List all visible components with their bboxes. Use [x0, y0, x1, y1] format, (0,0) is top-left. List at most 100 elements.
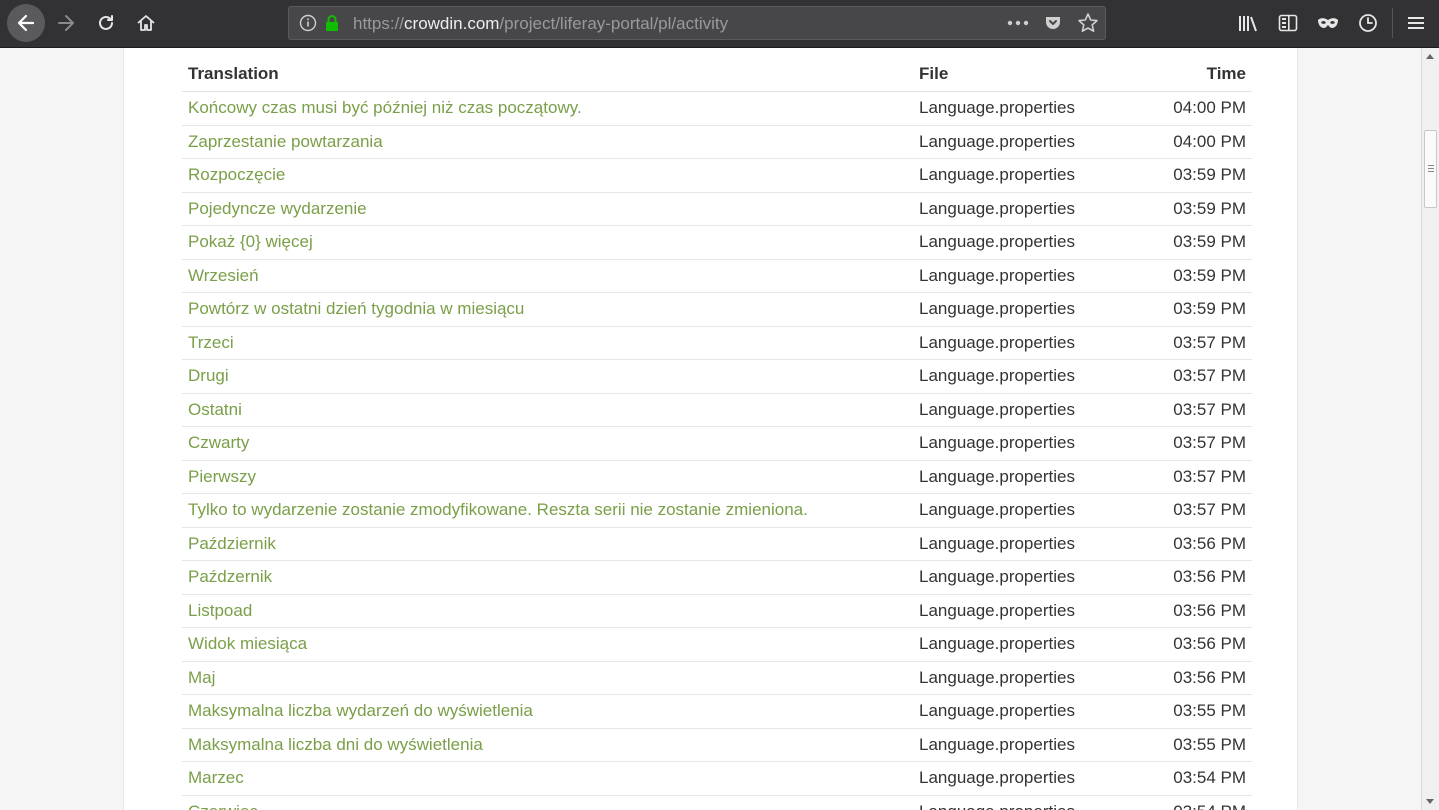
scroll-up-arrow-icon[interactable] — [1426, 54, 1434, 59]
file-name: Language.properties — [919, 701, 1075, 720]
translation-link[interactable]: Maksymalna liczba wydarzeń do wyświetlen… — [188, 701, 533, 721]
translation-link[interactable]: Wrzesień — [188, 266, 259, 286]
translation-link[interactable]: Powtórz w ostatni dzień tygodnia w miesi… — [188, 299, 524, 319]
url-text[interactable]: https://crowdin.com/project/liferay-port… — [353, 14, 728, 34]
back-button[interactable] — [7, 4, 45, 42]
file-name: Language.properties — [919, 667, 1075, 687]
time-value: 03:55 PM — [1173, 701, 1246, 720]
table-row: Czerwiec Language.properties 03:54 PM — [182, 796, 1252, 810]
table-row: Pokaż {0} więcej Language.properties 03:59… — [182, 226, 1252, 260]
forward-button[interactable] — [49, 6, 83, 40]
grip-line — [1428, 165, 1434, 166]
table-row: Maj Language.properties 03:56 PM — [182, 662, 1252, 695]
toolbar-separator — [1392, 8, 1393, 38]
translation-link[interactable]: Maj — [188, 668, 215, 688]
time-value: 03:55 PM — [1173, 734, 1246, 754]
star-icon[interactable] — [1077, 12, 1099, 34]
sidebar-button[interactable] — [1271, 6, 1305, 40]
translation-link[interactable]: Marzec — [188, 768, 244, 788]
translation-link[interactable]: Pokaż {0} więcej — [188, 232, 313, 252]
lock-icon[interactable] — [323, 14, 341, 32]
translation-link[interactable]: Zaprzestanie powtarzania — [188, 132, 383, 152]
table-row: Październik Language.properties 03:56 PM — [182, 528, 1252, 561]
translation-link[interactable]: Czwarty — [188, 433, 249, 453]
file-name: Language.properties — [919, 802, 1075, 810]
time-value: 03:56 PM — [1173, 567, 1246, 586]
translation-link[interactable]: Rozpoczęcie — [188, 165, 285, 185]
translation-link[interactable]: Końcowy czas musi być później niż czas p… — [188, 98, 582, 118]
table-header: Translation File Time — [182, 48, 1252, 92]
time-value: 04:00 PM — [1173, 98, 1246, 117]
translation-link[interactable]: Październik — [188, 534, 276, 554]
reload-icon — [99, 15, 113, 30]
translation-link[interactable]: Pierwszy — [188, 467, 256, 487]
table-row: Wrzesień Language.properties 03:59 PM — [182, 260, 1252, 293]
time-value: 03:56 PM — [1173, 600, 1246, 620]
table-row: Marzec Language.properties 03:54 PM — [182, 762, 1252, 796]
time-value: 03:57 PM — [1173, 466, 1246, 486]
url-path: /project/liferay-portal/pl/activity — [499, 14, 729, 33]
url-scheme: https:// — [353, 14, 405, 33]
table-row: Pierwszy Language.properties 03:57 PM — [182, 461, 1252, 494]
time-value: 03:56 PM — [1173, 667, 1246, 687]
time-value: 03:57 PM — [1173, 500, 1246, 519]
time-value: 03:59 PM — [1173, 299, 1246, 318]
time-value: 03:59 PM — [1173, 265, 1246, 285]
library-icon — [1239, 16, 1257, 32]
file-name: Language.properties — [919, 332, 1075, 352]
translation-link[interactable]: Tylko to wydarzenie zostanie zmodyfikowa… — [188, 500, 808, 520]
translation-link[interactable]: Paźdzernik — [188, 567, 272, 587]
translation-link[interactable]: Trzeci — [188, 333, 234, 353]
translation-link[interactable]: Listpoad — [188, 601, 252, 621]
file-name: Language.properties — [919, 131, 1075, 151]
forward-arrow-icon — [58, 15, 74, 31]
translation-link[interactable]: Widok miesiąca — [188, 634, 307, 654]
library-button[interactable] — [1231, 6, 1265, 40]
activity-table: Translation File Time Końcowy czas musi … — [182, 48, 1252, 810]
home-button[interactable] — [129, 6, 163, 40]
translation-link[interactable]: Maksymalna liczba dni do wyświetlenia — [188, 735, 483, 755]
grip-line — [1428, 168, 1434, 169]
file-name: Language.properties — [919, 399, 1075, 419]
translation-link[interactable]: Ostatni — [188, 400, 242, 420]
grip-line — [1428, 171, 1434, 172]
table-row: Zaprzestanie powtarzania Language.propert… — [182, 126, 1252, 159]
column-header-time[interactable]: Time — [1207, 64, 1246, 84]
vertical-scrollbar[interactable] — [1421, 48, 1439, 810]
table-body: Końcowy czas musi być później niż czas p… — [182, 92, 1252, 810]
translation-link[interactable]: Drugi — [188, 366, 229, 386]
scrollbar-thumb[interactable] — [1424, 130, 1437, 208]
file-name: Language.properties — [919, 165, 1075, 184]
column-header-translation[interactable]: Translation — [188, 64, 279, 84]
home-icon — [137, 15, 155, 31]
url-bar[interactable]: https://crowdin.com/project/liferay-port… — [288, 6, 1106, 40]
table-row: Ostatni Language.properties 03:57 PM — [182, 394, 1252, 427]
time-value: 03:56 PM — [1173, 533, 1246, 553]
menu-button[interactable] — [1399, 6, 1433, 40]
file-name: Language.properties — [919, 500, 1075, 519]
column-header-file[interactable]: File — [919, 64, 948, 84]
private-browsing-button[interactable] — [1311, 6, 1345, 40]
time-value: 04:00 PM — [1173, 131, 1246, 151]
table-row: Widok miesiąca Language.properties 03:56 P… — [182, 628, 1252, 662]
url-host: crowdin.com — [404, 14, 500, 33]
translation-link[interactable]: Czerwiec — [188, 802, 258, 810]
file-name: Language.properties — [919, 567, 1075, 586]
scroll-down-arrow-icon[interactable] — [1426, 799, 1434, 804]
mask-icon — [1318, 18, 1338, 28]
file-name: Language.properties — [919, 466, 1075, 486]
info-icon[interactable] — [299, 14, 317, 32]
file-name: Language.properties — [919, 734, 1075, 754]
pocket-icon[interactable] — [1043, 13, 1063, 33]
table-row: Trzeci Language.properties 03:57 PM — [182, 327, 1252, 360]
hamburger-menu-icon — [1408, 17, 1424, 29]
reload-button[interactable] — [89, 6, 123, 40]
translation-link[interactable]: Pojedyncze wydarzenie — [188, 199, 367, 219]
more-actions-icon[interactable] — [1007, 20, 1029, 26]
table-row: Drugi Language.properties 03:57 PM — [182, 360, 1252, 394]
file-name: Language.properties — [919, 768, 1075, 787]
history-button[interactable] — [1351, 6, 1385, 40]
time-value: 03:54 PM — [1173, 768, 1246, 787]
table-row: Powtórz w ostatni dzień tygodnia w miesi… — [182, 293, 1252, 327]
table-row: Czwarty Language.properties 03:57 PM — [182, 427, 1252, 461]
